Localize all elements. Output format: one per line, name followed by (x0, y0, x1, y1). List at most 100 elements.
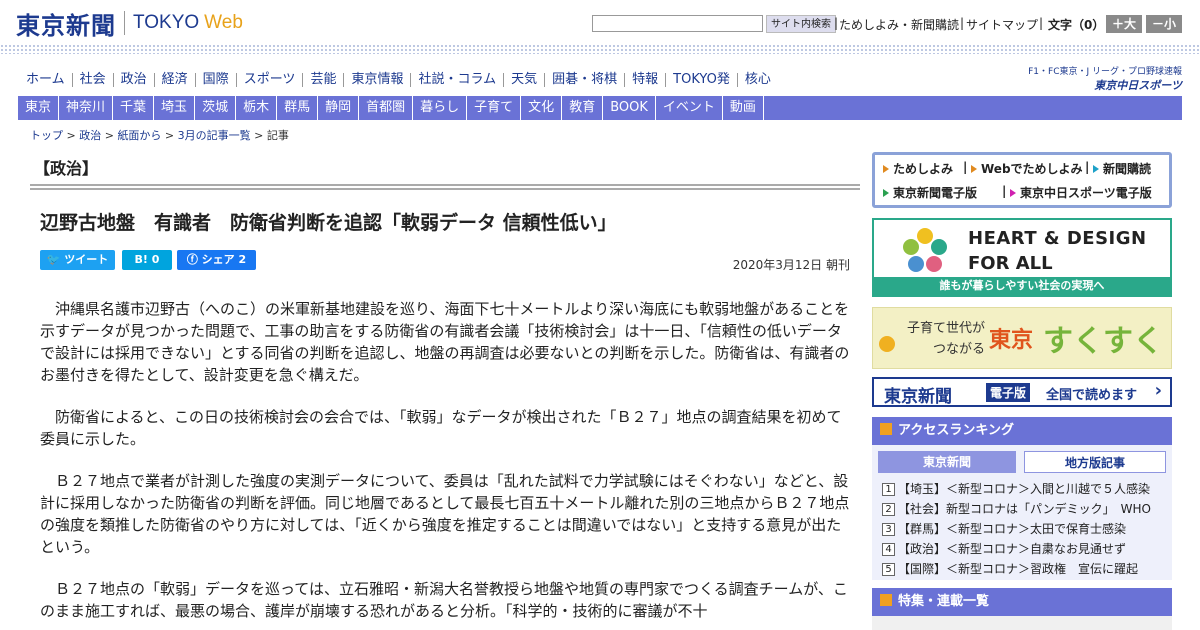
section-heading: 【政治】 (34, 159, 99, 178)
promo-link-label: 東京中日スポーツ電子版 (1020, 186, 1152, 200)
promo-link-epaper[interactable]: 東京新聞電子版 (883, 184, 977, 201)
regional-item[interactable]: 動画 (723, 96, 764, 120)
site-search-button[interactable]: サイト内検索 (766, 15, 836, 33)
fontsize-label: 文字（0） (1048, 18, 1105, 32)
chunichi-sports-link[interactable]: F1・FC東京・J リーグ・プロ野球速報 東京中日スポーツ (1022, 64, 1182, 93)
nav-item-entertainment[interactable]: 芸能 (303, 73, 345, 87)
regional-item[interactable]: 暮らし (413, 96, 468, 120)
nav-item-society[interactable]: 社会 (73, 73, 114, 87)
features-heading: 特集・連載一覧 (872, 588, 1172, 616)
hatena-bookmark-button[interactable]: B! 0 (122, 250, 172, 270)
chunichi-tagline: F1・FC東京・J リーグ・プロ野球速報 (1028, 67, 1182, 77)
divider: | (1085, 160, 1090, 174)
logo-tokyo: TOKYO (133, 12, 200, 33)
nav-item-tokyo-info[interactable]: 東京情報 (344, 73, 412, 87)
rank-number: 3 (882, 523, 895, 536)
ranking-item-title: 【国際】＜新型コロナ＞習政権 宣伝に躍起 (898, 562, 1139, 576)
article-paragraph: 防衛省によると、この日の技術検討会の会合では、「軟弱」なデータが検出された「Ｂ２… (40, 408, 842, 448)
regional-item[interactable]: 東京 (18, 96, 60, 120)
ranking-item[interactable]: 3 【群馬】＜新型コロナ＞太田で保育士感染 (882, 519, 1166, 539)
facebook-share-count: 2 (238, 253, 247, 266)
ranking-item-title: 【政治】＜新型コロナ＞自粛なお見通せず (898, 542, 1127, 556)
header-dotted-divider (0, 44, 1200, 54)
ranking-item[interactable]: 2 【社会】新型コロナは「パンデミック」 WHO (882, 499, 1166, 519)
sitemap-link[interactable]: サイトマップ (966, 16, 1038, 33)
promo-link-subscribe[interactable]: 新聞購読 (1093, 160, 1151, 177)
nav-item-sports[interactable]: スポーツ (237, 73, 304, 87)
nav-item-tokyo-hatsu[interactable]: TOKYO発 (666, 73, 738, 87)
article-paragraph: 沖縄県名護市辺野古（へのこ）の米軍新基地建設を巡り、海面下七十メートルより深い海… (40, 300, 850, 384)
sukusuku-tokyo: 東京 (989, 328, 1034, 353)
regional-item[interactable]: 静岡 (318, 96, 360, 120)
regional-item[interactable]: 群馬 (277, 96, 319, 120)
access-ranking-heading: アクセスランキング (872, 417, 1172, 445)
regional-item[interactable]: 神奈川 (59, 96, 114, 120)
tweet-button[interactable]: 🐦 ツイート (40, 250, 115, 270)
nav-item-go-shogi[interactable]: 囲碁・将棋 (545, 73, 626, 87)
divider: | (963, 160, 968, 174)
regional-item[interactable]: 子育て (467, 96, 522, 120)
breadcrumb-separator: > (63, 129, 80, 142)
header-divider: | (960, 16, 965, 30)
ranking-item[interactable]: 5 【国際】＜新型コロナ＞習政権 宣伝に躍起 (882, 559, 1166, 579)
nav-item-weather[interactable]: 天気 (504, 73, 546, 87)
flower-icon (879, 336, 895, 352)
promo-link-chunichi-epaper[interactable]: 東京中日スポーツ電子版 (1010, 184, 1152, 201)
nav-item-home[interactable]: ホーム (20, 73, 73, 87)
article-body: 沖縄県名護市辺野古（へのこ）の米軍新基地建設を巡り、海面下七十メートルより深い海… (40, 298, 852, 630)
ranking-item[interactable]: 4 【政治】＜新型コロナ＞自粛なお見通せず (882, 539, 1166, 559)
regional-item[interactable]: 茨城 (195, 96, 237, 120)
regional-item[interactable]: 首都圏 (359, 96, 414, 120)
nav-item-politics[interactable]: 政治 (114, 73, 155, 87)
regional-item[interactable]: 文化 (521, 96, 563, 120)
chunichi-logo: 東京中日スポーツ (1094, 79, 1182, 92)
nav-item-economy[interactable]: 経済 (155, 73, 196, 87)
nav-item-kakushin[interactable]: 核心 (738, 73, 778, 87)
regional-item[interactable]: 千葉 (113, 96, 155, 120)
tab-regional-articles[interactable]: 地方版記事 (1024, 451, 1166, 473)
trial-subscribe-link[interactable]: ためしよみ・新聞購読 (839, 16, 959, 33)
facebook-share-button[interactable]: ⓕ シェア 2 (177, 250, 256, 270)
ranking-item[interactable]: 1 【埼玉】＜新型コロナ＞入間と川越で５人感染 (882, 479, 1166, 499)
regional-item[interactable]: 栃木 (236, 96, 278, 120)
divider: | (1002, 184, 1007, 198)
heart-design-banner[interactable]: HEART & DESIGN FOR ALL 誰もが暮らしやすい社会の実現へ (872, 218, 1172, 297)
breadcrumb-link[interactable]: 政治 (79, 129, 101, 142)
breadcrumb-link[interactable]: 3月の記事一覧 (178, 129, 251, 142)
regional-item[interactable]: 教育 (562, 96, 604, 120)
twitter-bird-icon: 🐦 (46, 253, 61, 266)
font-smaller-button[interactable]: －小 (1146, 15, 1182, 33)
rank-number: 4 (882, 543, 895, 556)
regional-item[interactable]: イベント (656, 96, 723, 120)
sukusuku-logo: すくすく (1043, 324, 1163, 359)
site-logo[interactable]: 東京新聞 TOKYO Web (16, 8, 243, 40)
regional-item[interactable]: 埼玉 (154, 96, 196, 120)
tokyo-sukusuku-banner[interactable]: 子育て世代が つながる 東京 すくすく (872, 307, 1172, 369)
logo-web: Web (204, 12, 243, 33)
breadcrumb-link[interactable]: トップ (30, 129, 63, 142)
rank-number: 1 (882, 483, 895, 496)
features-title: 特集・連載一覧 (898, 594, 990, 609)
breadcrumb-separator: > (101, 129, 118, 142)
article-headline: 辺野古地盤 有識者 防衛省判断を追認「軟弱データ 信頼性低い」 (40, 212, 617, 234)
rank-number: 5 (882, 563, 895, 576)
promo-link-label: ためしよみ (893, 162, 954, 176)
regional-item[interactable]: BOOK (603, 96, 656, 120)
section-rule (30, 184, 860, 190)
epaper-logo: 東京新聞 (884, 387, 952, 407)
font-bigger-button[interactable]: ＋大 (1106, 15, 1142, 33)
promo-link-web-trial[interactable]: Webでためしよみ (971, 160, 1083, 177)
site-search-input[interactable] (592, 15, 763, 32)
nav-item-tokuho[interactable]: 特報 (625, 73, 667, 87)
nav-item-editorials[interactable]: 社説・コラム (411, 73, 505, 87)
article-paragraph: Ｂ２７地点の「軟弱」データを巡っては、立石雅昭・新潟大名誉教授ら地盤や地質の専門… (40, 580, 848, 620)
breadcrumb-link[interactable]: 紙面から (117, 129, 161, 142)
arrow-right-icon (883, 189, 889, 197)
tab-tokyo-shimbun[interactable]: 東京新聞 (878, 451, 1016, 473)
epaper-banner[interactable]: 東京新聞 電子版 全国で読めます › (872, 377, 1172, 407)
promo-link-trial[interactable]: ためしよみ (883, 160, 953, 177)
arrow-square-icon (880, 423, 892, 435)
nav-item-world[interactable]: 国際 (196, 73, 237, 87)
ranking-item-title: 【埼玉】＜新型コロナ＞入間と川越で５人感染 (898, 482, 1151, 496)
arrow-square-icon (880, 594, 892, 606)
